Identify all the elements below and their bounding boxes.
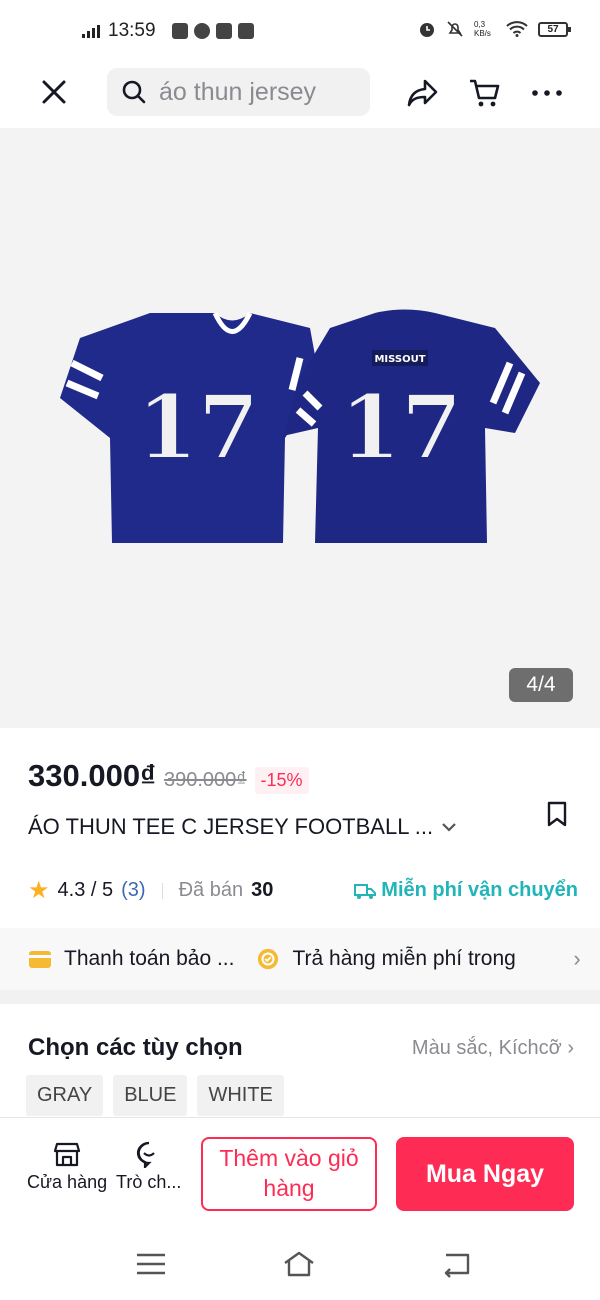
options-header[interactable]: Chọn các tùy chọn Màu sắc, Kíchcỡ › — [28, 1034, 574, 1062]
home-icon[interactable] — [282, 1249, 316, 1279]
cart-icon[interactable] — [468, 76, 502, 110]
mute-icon — [447, 21, 463, 37]
product-title[interactable]: ÁO THUN TEE C JERSEY FOOTBALL ... — [28, 814, 498, 840]
shop-icon — [53, 1142, 81, 1167]
more-icon[interactable] — [530, 76, 564, 110]
jersey-back-number: 17 — [340, 375, 462, 479]
original-price: 390.000₫ — [163, 769, 247, 791]
chat-button[interactable]: Trò ch... — [116, 1140, 181, 1193]
battery-icon: 57 — [538, 21, 571, 37]
chevron-right-icon: › — [567, 1036, 574, 1059]
jersey-front-number: 17 — [137, 375, 259, 479]
benefit-return[interactable]: Trả hàng miễn phí trong — [256, 947, 516, 971]
sold-label: Đã bán — [178, 879, 244, 901]
top-nav: áo thun jersey — [0, 62, 600, 128]
status-time: 13:59 — [108, 20, 156, 41]
chat-icon — [136, 1141, 155, 1168]
rating-row[interactable]: ★ 4.3 / 5 (3) Đã bán 30 Miễn phí vận chu… — [28, 876, 578, 905]
buy-now-button[interactable]: Mua Ngay — [396, 1137, 574, 1211]
search-icon — [122, 80, 146, 104]
option-chip-blue[interactable]: BLUE — [113, 1075, 188, 1116]
search-input[interactable]: áo thun jersey — [107, 68, 370, 116]
card-icon — [29, 951, 51, 968]
search-query: áo thun jersey — [159, 77, 317, 106]
section-divider — [0, 990, 600, 1004]
options-summary-label: Màu sắc, Kíchcỡ — [411, 1036, 562, 1059]
alarm-icon — [420, 23, 434, 37]
current-price: 330.000₫ — [28, 758, 156, 793]
product-title-text: ÁO THUN TEE C JERSEY FOOTBALL ... — [28, 814, 434, 839]
benefit-payment[interactable]: Thanh toán bảo ... — [28, 947, 234, 971]
benefit-return-label: Trả hàng miễn phí trong — [292, 947, 516, 970]
bottom-action-bar: Cửa hàng Trò ch... Thêm vào giỏ hàng Mua… — [0, 1117, 600, 1229]
option-chip-white[interactable]: WHITE — [197, 1075, 284, 1116]
shop-label: Cửa hàng — [27, 1172, 108, 1192]
menu-icon[interactable] — [134, 1249, 168, 1279]
product-photo: 17 MISSOUT 17 — [60, 309, 540, 543]
rating-count: (3) — [121, 879, 146, 901]
price-row: 330.000₫ 390.000₫ -15% — [28, 758, 309, 794]
star-icon: ★ — [28, 877, 50, 904]
net-speed: 0,3 KB/s — [474, 20, 491, 38]
benefit-payment-label: Thanh toán bảo ... — [64, 947, 235, 970]
share-icon[interactable] — [406, 76, 440, 110]
jersey-back: MISSOUT 17 — [283, 309, 540, 543]
notification-icons — [171, 23, 254, 39]
image-counter: 4/4 — [509, 668, 573, 702]
option-chip-gray[interactable]: GRAY — [26, 1075, 104, 1116]
return-icon — [258, 948, 279, 970]
wifi-icon — [506, 21, 528, 37]
chevron-right-icon[interactable]: › — [554, 928, 600, 990]
truck-icon — [354, 883, 377, 899]
options-summary: Màu sắc, Kíchcỡ › — [412, 1037, 574, 1060]
jersey-front: 17 — [60, 311, 320, 543]
chat-label: Trò ch... — [116, 1172, 182, 1192]
options-title: Chọn các tùy chọn — [28, 1034, 243, 1061]
sold-count: 30 — [251, 879, 274, 901]
divider — [161, 882, 163, 899]
signal-icon — [82, 24, 100, 38]
jersey-brand-patch: MISSOUT — [374, 354, 425, 365]
shop-button[interactable]: Cửa hàng — [27, 1140, 107, 1193]
bookmark-icon[interactable] — [544, 800, 570, 828]
discount-badge: -15% — [254, 767, 309, 794]
status-bar: 13:59 0,3 KB/s 57 — [0, 0, 600, 62]
add-to-cart-button[interactable]: Thêm vào giỏ hàng — [201, 1137, 377, 1211]
rating-score: 4.3 / 5 — [57, 879, 114, 901]
free-shipping-badge[interactable]: Miễn phí vận chuyển — [353, 879, 578, 902]
close-icon[interactable] — [38, 76, 70, 108]
system-nav-bar — [0, 1229, 600, 1300]
benefits-row[interactable]: Thanh toán bảo ... Trả hàng miễn phí tro… — [0, 928, 600, 990]
chevron-down-icon — [442, 823, 456, 832]
back-icon[interactable] — [440, 1249, 474, 1279]
free-shipping-label: Miễn phí vận chuyển — [381, 879, 578, 901]
product-image-gallery[interactable]: 17 MISSOUT 17 4/4 — [0, 128, 600, 728]
option-chips: GRAY BLUE WHITE — [26, 1075, 284, 1116]
